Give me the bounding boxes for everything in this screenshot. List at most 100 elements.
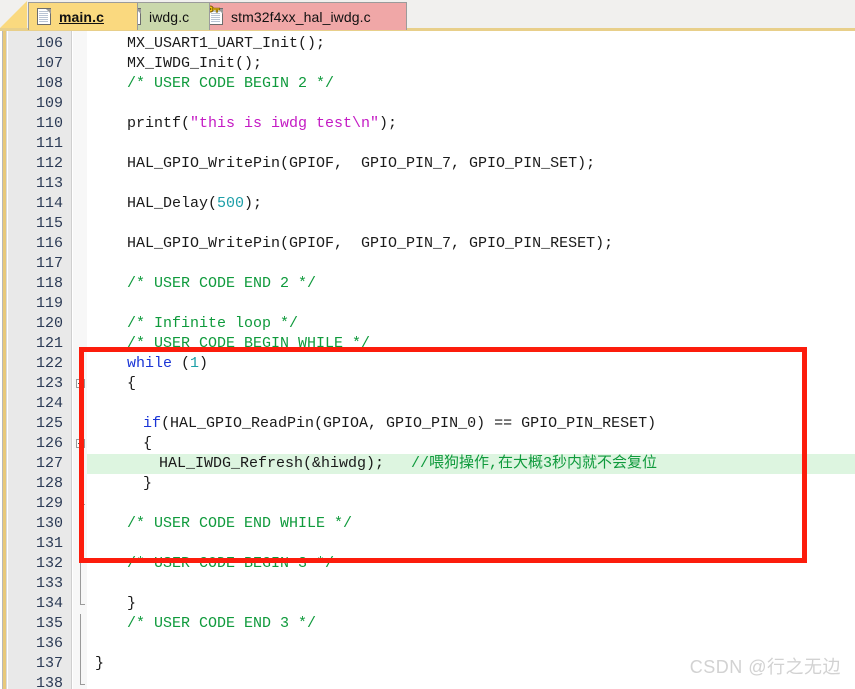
line-number: 127 [35,455,63,472]
code-token-plain: HAL_GPIO_WritePin(GPIOF, GPIO_PIN_7, GPI… [127,155,596,172]
editor-tab-bar: main.c iwdg.c stm32f4xx_hal_iwdg.c [0,0,855,31]
line-number: 137 [35,655,63,672]
code-line[interactable]: } [127,594,136,614]
code-line[interactable]: while (1) [127,354,208,374]
code-line[interactable]: /* USER CODE BEGIN WHILE */ [127,334,370,354]
line-number: 131 [35,535,63,552]
code-line[interactable]: HAL_GPIO_WritePin(GPIOF, GPIO_PIN_7, GPI… [127,234,613,254]
tab-label: iwdg.c [149,8,190,25]
code-token-plain: ) [199,355,209,372]
fold-end-marker [80,604,85,605]
code-line[interactable]: /* USER CODE END 3 */ [127,614,316,634]
fold-guide-line [80,454,81,474]
fold-guide-line [80,514,81,534]
code-line[interactable]: MX_IWDG_Init(); [127,54,262,74]
tab-label: stm32f4xx_hal_iwdg.c [231,8,371,25]
code-line[interactable]: /* USER CODE BEGIN 2 */ [127,74,334,94]
code-line[interactable]: if(HAL_GPIO_ReadPin(GPIOA, GPIO_PIN_0) =… [143,414,656,434]
line-number: 133 [35,575,63,592]
fold-guide-line [80,414,81,434]
code-line[interactable]: /* Infinite loop */ [127,314,298,334]
fold-collapse-icon[interactable] [76,439,85,448]
code-token-plain: { [143,435,153,452]
code-token-plain: ( [172,355,191,372]
line-number: 115 [35,215,63,232]
fold-guide-line [80,394,81,414]
fold-end-marker [80,684,85,685]
fold-guide-line [80,574,81,594]
code-text-area[interactable]: MX_USART1_UART_Init(); MX_IWDG_Init(); /* … [87,31,855,689]
line-number: 138 [35,675,63,689]
line-number: 125 [35,415,63,432]
code-token-str: "this is iwdg test\n" [190,115,380,132]
fold-guide-line [80,634,81,654]
code-line[interactable]: HAL_GPIO_WritePin(GPIOF, GPIO_PIN_7, GPI… [127,154,595,174]
line-number: 134 [35,595,63,612]
fold-guide-line [80,534,81,554]
line-number: 119 [35,295,63,312]
code-token-plain: ); [244,195,263,212]
code-token-plain: printf( [127,115,191,132]
code-token-cmt: /* USER CODE END 3 */ [127,615,317,632]
code-line[interactable]: /* USER CODE END WHILE */ [127,514,352,534]
line-number: 120 [35,315,63,332]
line-number: 117 [35,255,63,272]
fold-collapse-icon[interactable] [76,379,85,388]
tab-stm32f4xx-hal-iwdg-c[interactable]: stm32f4xx_hal_iwdg.c [200,2,407,30]
code-line[interactable]: { [127,374,136,394]
fold-end-marker [80,504,85,505]
code-token-plain: HAL_GPIO_WritePin(GPIOF, GPIO_PIN_7, GPI… [127,235,614,252]
code-token-plain: HAL_Delay( [127,195,218,212]
line-number: 118 [35,275,63,292]
line-number: 114 [35,195,63,212]
code-token-plain: } [143,475,153,492]
code-token-cmt: /* USER CODE END WHILE */ [127,515,353,532]
fold-guide-line [80,474,81,494]
code-line[interactable]: HAL_IWDG_Refresh(&hiwdg); //喂狗操作,在大概3秒内就… [159,454,657,474]
fold-guide-line [80,494,81,504]
fold-guide-line [80,674,81,684]
code-line[interactable]: printf("this is iwdg test\n"); [127,114,397,134]
active-tab-slant [0,1,27,28]
code-line[interactable]: /* USER CODE END 2 */ [127,274,316,294]
code-token-plain: { [127,375,137,392]
watermark: CSDN @行之无边 [689,657,841,677]
line-number: 109 [35,95,63,112]
code-token-plain: } [127,595,137,612]
code-token-plain: (HAL_GPIO_ReadPin(GPIOA, GPIO_PIN_0) == … [161,415,657,432]
line-number: 124 [35,395,63,412]
line-number: 110 [35,115,63,132]
code-editor-window: main.c iwdg.c stm32f4xx_hal_iwdg.c 106 1… [0,0,855,689]
code-token-cmt: /* USER CODE BEGIN WHILE */ [127,335,371,352]
document-icon [37,7,52,26]
tab-main-c[interactable]: main.c [28,2,138,30]
code-token-cmt: //喂狗操作,在大概3秒内就不会复位 [411,455,658,472]
line-number: 116 [35,235,63,252]
code-token-kw: while [127,355,173,372]
line-number: 121 [35,335,63,352]
fold-guide-line [80,614,81,634]
code-line[interactable]: } [95,654,104,674]
code-token-num: 1 [190,355,200,372]
code-line[interactable]: /* USER CODE BEGIN 3 */ [127,554,334,574]
code-line[interactable]: MX_USART1_UART_Init(); [127,34,325,54]
code-token-num: 500 [217,195,245,212]
line-number: 126 [35,435,63,452]
line-number: 108 [35,75,63,92]
code-line[interactable]: } [143,474,152,494]
code-line[interactable]: { [143,434,152,454]
line-number: 111 [35,135,63,152]
code-token-plain: MX_USART1_UART_Init(); [127,35,326,52]
line-number-gutter: 106 107 108 109 110 111 112 113 114 115 116 117 118 1… [8,31,72,689]
line-number: 106 [35,35,63,52]
editor-body[interactable]: 106 107 108 109 110 111 112 113 114 115 116 117 118 1… [0,31,855,689]
line-number: 128 [35,475,63,492]
line-number: 136 [35,635,63,652]
code-token-cmt: /* USER CODE END 2 */ [127,275,317,292]
code-token-cmt: /* USER CODE BEGIN 2 */ [127,75,335,92]
code-line[interactable]: HAL_Delay(500); [127,194,262,214]
code-token-plain: } [95,655,105,672]
code-token-plain: MX_IWDG_Init(); [127,55,263,72]
code-token-plain: ); [379,115,398,132]
code-fold-column[interactable] [73,31,87,689]
